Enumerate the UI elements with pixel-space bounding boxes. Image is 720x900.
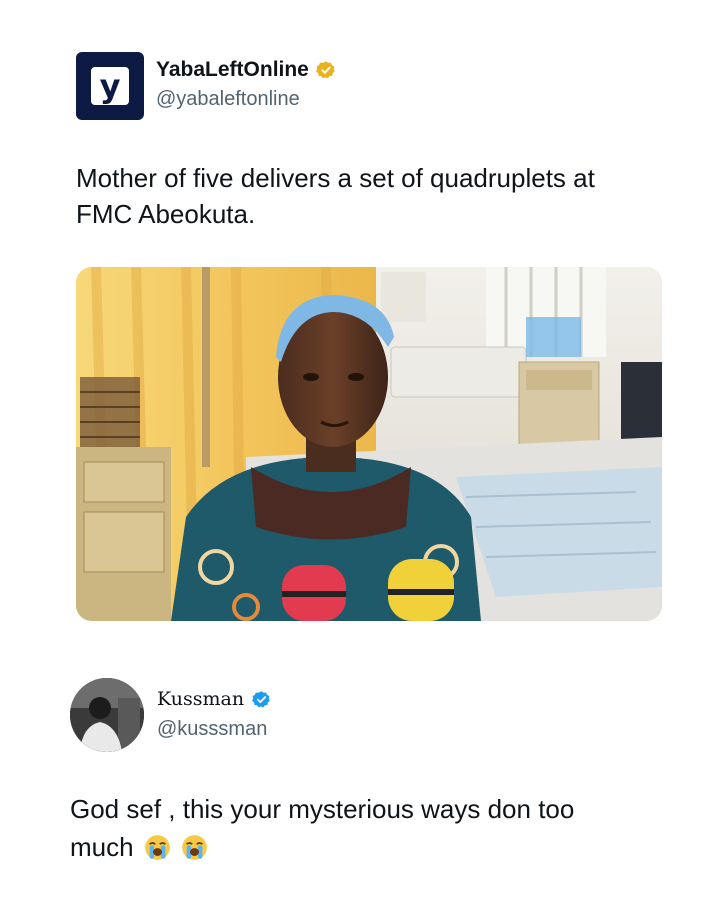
tweet-text-line: FMC Abeokuta. bbox=[76, 199, 256, 229]
loudly-crying-face-icon bbox=[182, 835, 207, 860]
blue-verified-icon bbox=[252, 690, 270, 707]
gold-verified-icon bbox=[315, 61, 335, 79]
reply-text-line-2: much bbox=[70, 828, 670, 866]
kussman-avatar-photo bbox=[70, 678, 144, 752]
kussman-avatar[interactable] bbox=[70, 678, 144, 752]
tweet-text: Mother of five delivers a set of quadrup… bbox=[76, 160, 656, 232]
author-handle[interactable]: @yabaleftonline bbox=[156, 88, 300, 111]
reply-text: God sef , this your mysterious ways don … bbox=[70, 790, 670, 866]
reply-author-name[interactable]: Kussman bbox=[157, 688, 271, 710]
hospital-ward-photo bbox=[76, 267, 662, 621]
tweet-photo[interactable] bbox=[76, 267, 662, 621]
author-name-text: YabaLeftOnline bbox=[156, 58, 309, 81]
reply-author-handle[interactable]: @kusssman bbox=[157, 718, 267, 741]
reply-text-last-word: much bbox=[70, 832, 134, 862]
yabaleft-avatar[interactable]: y bbox=[76, 52, 144, 120]
loudly-crying-face-icon bbox=[144, 835, 170, 860]
yabaleft-logo-letter: y bbox=[91, 67, 129, 105]
author-name[interactable]: YabaLeftOnline bbox=[156, 58, 336, 82]
tweet-text-line: Mother of five delivers a set of quadrup… bbox=[76, 163, 595, 193]
reply-author-name-text: Kussman bbox=[157, 688, 245, 710]
reply-text-line: God sef , this your mysterious ways don … bbox=[70, 794, 575, 824]
